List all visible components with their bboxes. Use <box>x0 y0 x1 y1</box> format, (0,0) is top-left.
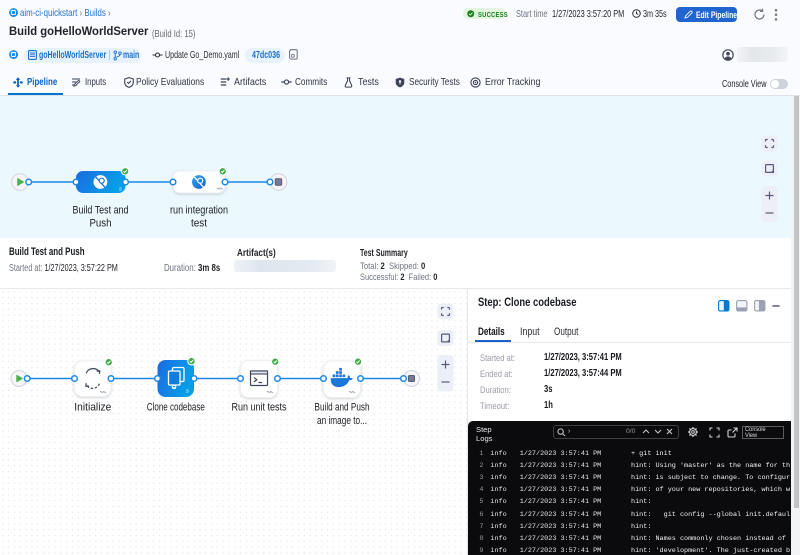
svg-text:s: s <box>186 388 189 394</box>
svg-text:s: s <box>119 187 122 193</box>
svg-text:Run unit tests: Run unit tests <box>232 401 287 413</box>
svg-text:Build Test and: Build Test and <box>73 205 129 217</box>
svg-text:Initialize: Initialize <box>74 401 111 413</box>
svg-text:Push: Push <box>90 218 112 230</box>
svg-text:Clone codebase: Clone codebase <box>147 401 205 413</box>
svg-text:run integration: run integration <box>170 205 228 217</box>
svg-text:Build and Push: Build and Push <box>315 401 370 413</box>
svg-text:an image to...: an image to... <box>317 415 367 427</box>
svg-text:test: test <box>191 218 207 230</box>
